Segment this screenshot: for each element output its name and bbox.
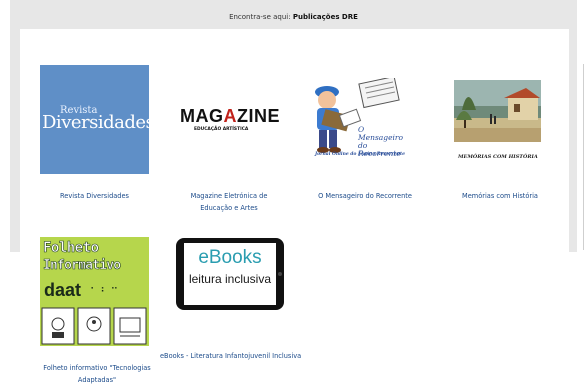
scroll-divider (583, 64, 584, 250)
breadcrumb-prefix: Encontra-se aqui: (229, 13, 291, 21)
revista-diversidades-thumbnail[interactable]: Revista Diversidades (40, 65, 149, 174)
memorias-painting-icon (454, 80, 541, 142)
mensageiro-thumbnail[interactable]: O Mensageiro do Recorrente Jornal Online… (305, 78, 411, 164)
thumb-title: Diversidades (42, 112, 149, 133)
ebooks-thumbnail[interactable]: eBooks leitura inclusiva (175, 237, 285, 311)
magazine-link[interactable]: Magazine Eletrónica de Educação e Artes (180, 190, 278, 214)
ebooks-link[interactable]: eBooks - Literatura Infantojuvenil Inclu… (160, 350, 301, 362)
ebooks-title: eBooks (198, 247, 262, 268)
folheto-title-line1: Folheto (43, 240, 100, 257)
magazine-subtitle: EDUCAÇÃO ARTÍSTICA (194, 127, 249, 132)
mensageiro-subtitle: Jornal Online do Ensino Recorrente (315, 152, 405, 157)
magazine-logo: MAGAZINE (180, 106, 281, 126)
magazine-thumbnail[interactable]: MAGAZINE EDUCAÇÃO ARTÍSTICA (176, 103, 282, 135)
memorias-thumbnail[interactable]: MEMÓRIAS COM HISTÓRIA (454, 80, 541, 164)
memorias-subtitle: MEMÓRIAS COM HISTÓRIA (458, 154, 538, 160)
folheto-pictograms-icon (41, 307, 147, 345)
revista-diversidades-link[interactable]: Revista Diversidades (40, 190, 149, 202)
folheto-thumbnail[interactable]: Folheto Informativo daat ⠁⠃⠉ (40, 237, 149, 346)
ebooks-subtitle: leitura inclusiva (188, 272, 272, 286)
folheto-link[interactable]: Folheto informativo "Tecnologias Adaptad… (40, 362, 154, 386)
mensageiro-link[interactable]: O Mensageiro do Recorrente (305, 190, 425, 202)
braille-dots-icon: ⠁⠃⠉ (90, 287, 121, 298)
breadcrumb: Encontra-se aqui: Publicações DRE (0, 13, 587, 21)
daat-logo: daat (44, 280, 82, 300)
folheto-title-line2: Informativo (43, 258, 122, 274)
memorias-link[interactable]: Memórias com História (455, 190, 545, 202)
breadcrumb-current: Publicações DRE (292, 13, 358, 21)
